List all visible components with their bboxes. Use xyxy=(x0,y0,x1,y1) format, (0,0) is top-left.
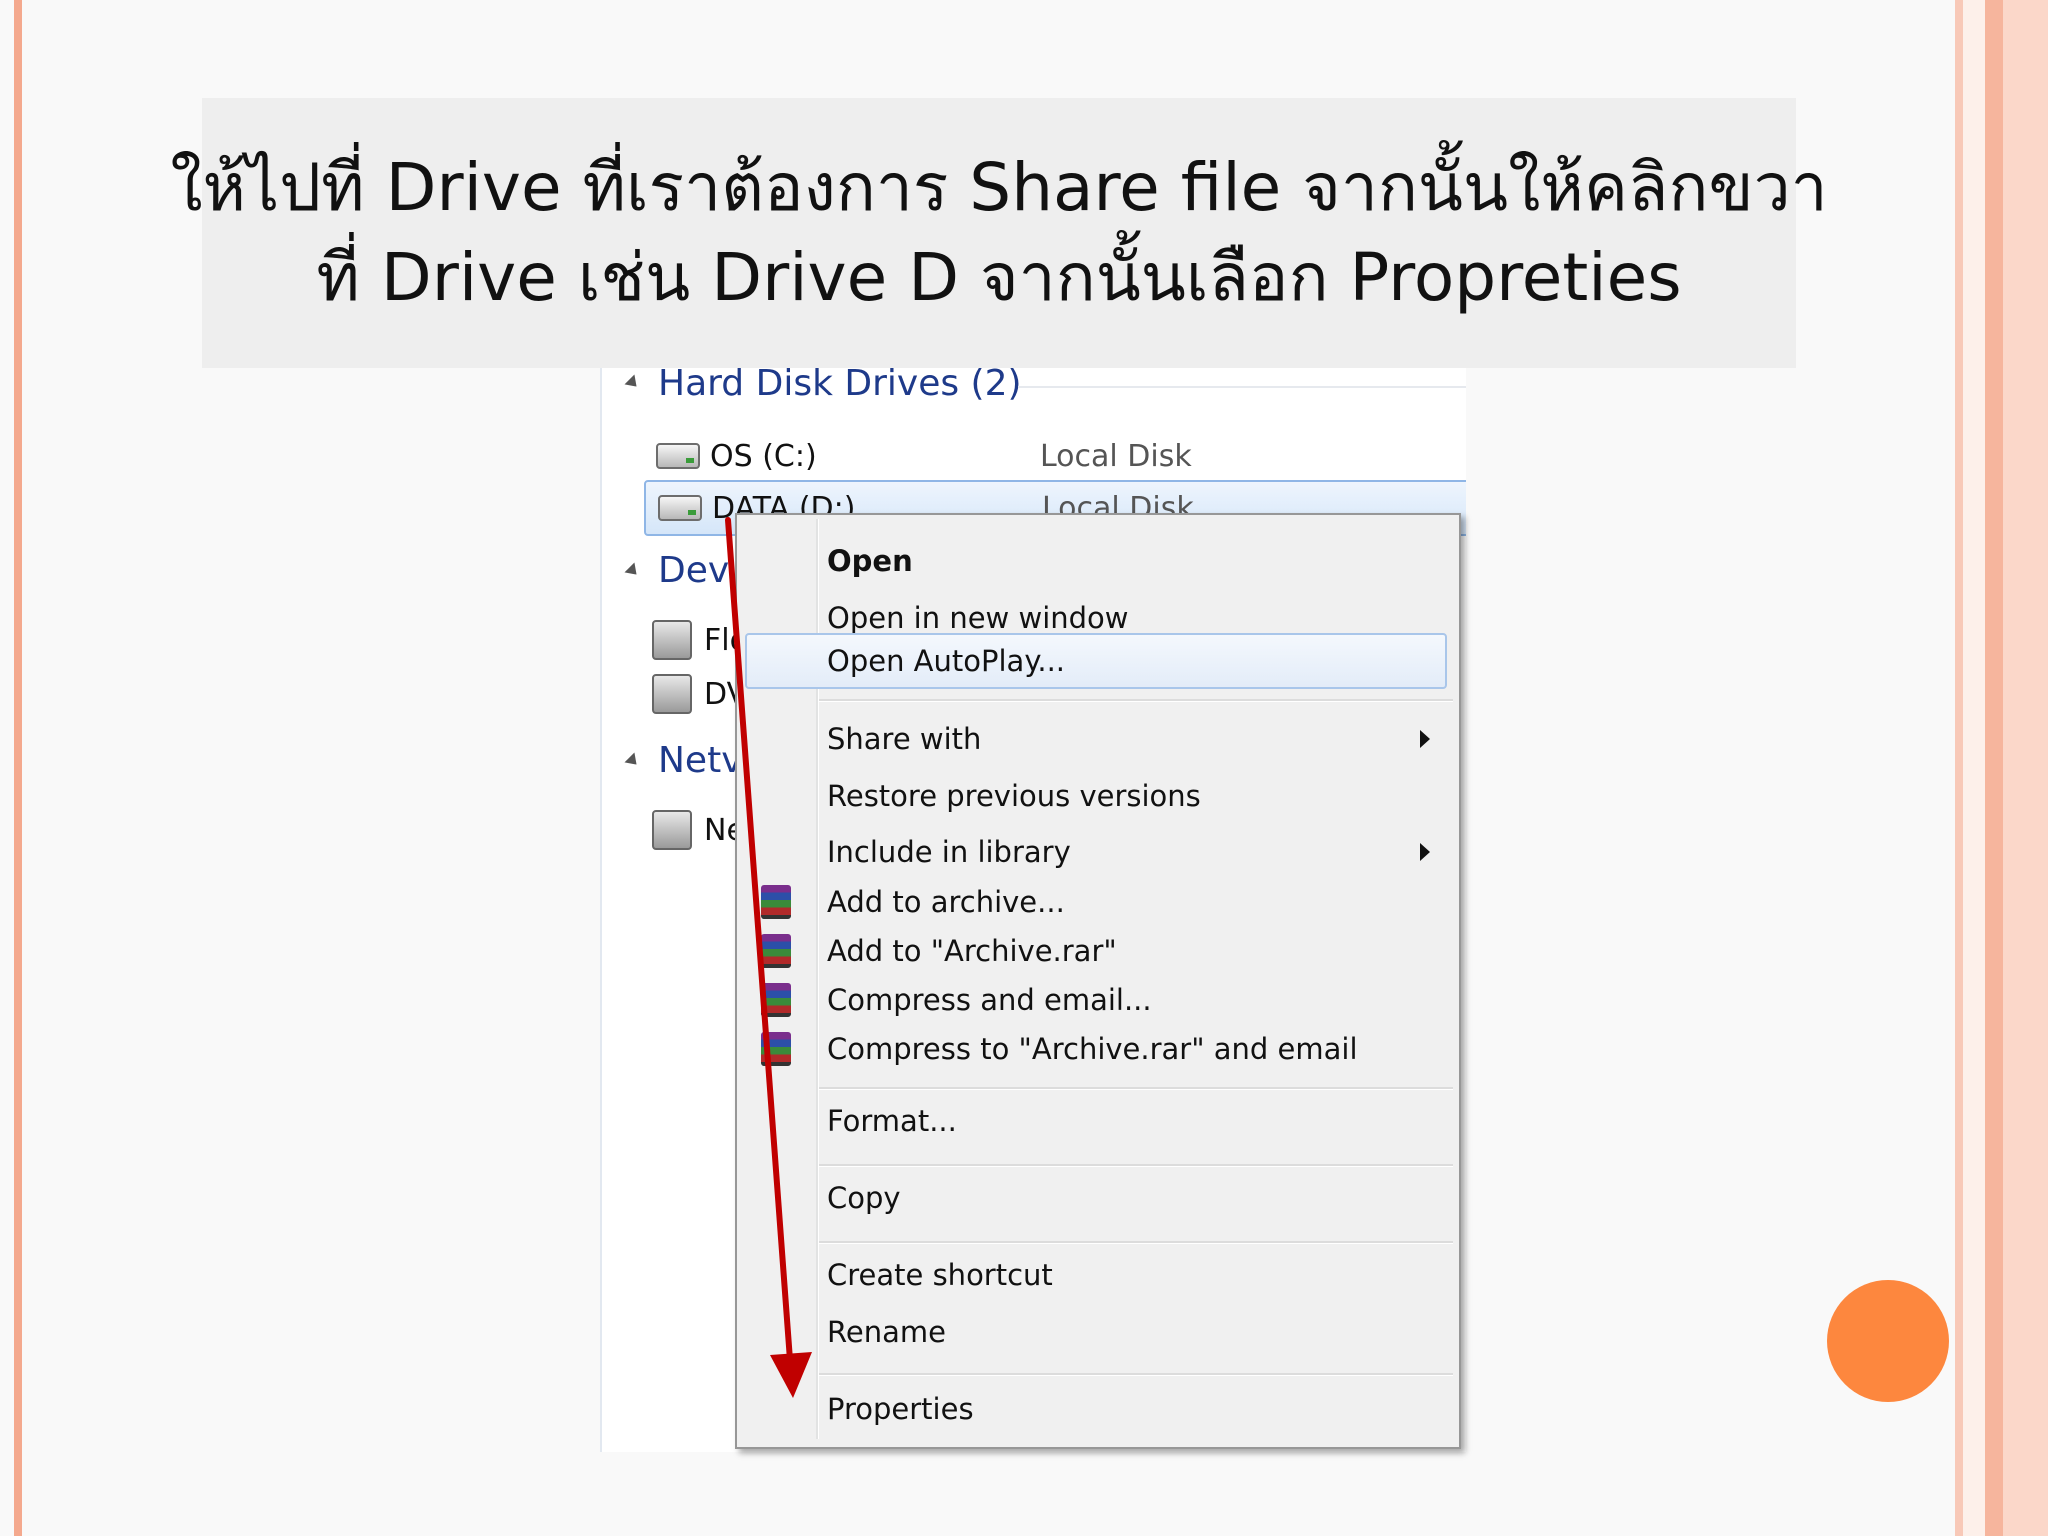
annotation-arrow-shaft xyxy=(725,517,793,1363)
annotation-arrow-head xyxy=(770,1352,812,1398)
annotation-arrow xyxy=(725,517,812,1398)
